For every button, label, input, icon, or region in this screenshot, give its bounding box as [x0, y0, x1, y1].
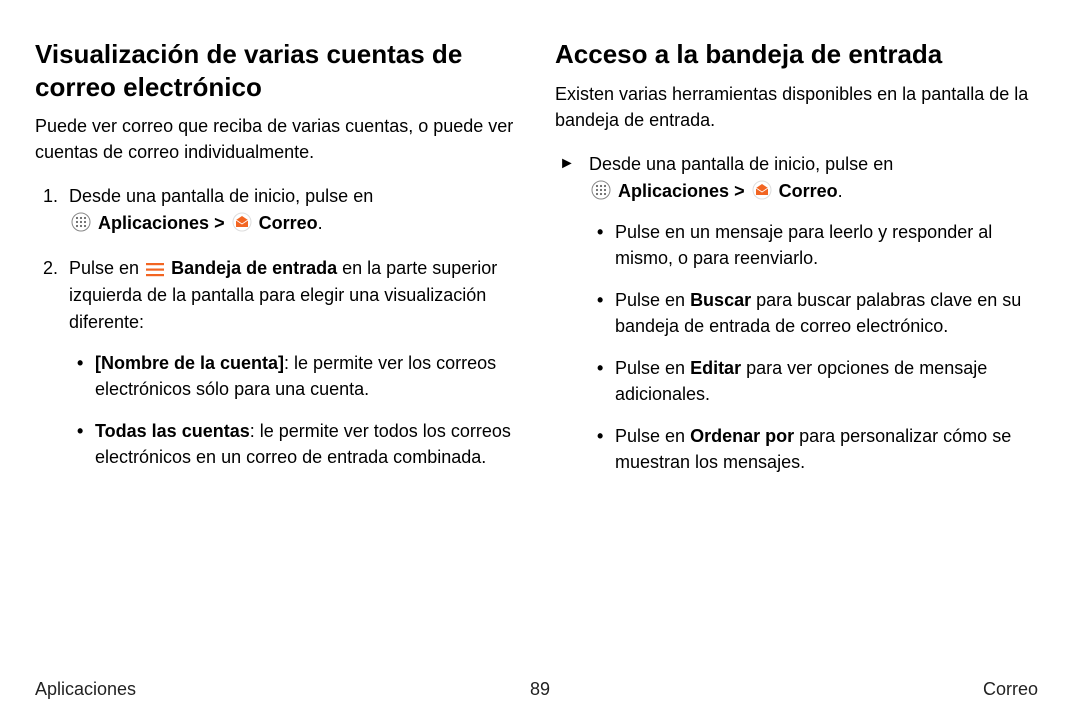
bullet-bold: Todas las cuentas [95, 421, 250, 441]
footer-page-number: 89 [530, 679, 550, 700]
bullet-bold: [Nombre de la cuenta] [95, 353, 284, 373]
bullet-nombre-cuenta: [Nombre de la cuenta]: le permite ver lo… [69, 350, 520, 402]
b4-bold: Ordenar por [690, 426, 794, 446]
correo-label: Correo [779, 181, 838, 201]
intro-right: Existen varias herramientas disponibles … [555, 81, 1040, 133]
correo-label: Correo [259, 213, 318, 233]
bullet-text: Pulse en un mensaje para leerlo y respon… [615, 222, 992, 268]
mail-envelope-icon [752, 180, 772, 200]
apps-label: Aplicaciones [618, 181, 729, 201]
step-number: 1. [43, 183, 58, 210]
step1-text: Desde una pantalla de inicio, pulse en [69, 186, 373, 206]
bullet-buscar: Pulse en Buscar para buscar palabras cla… [589, 287, 1040, 339]
b4-pre: Pulse en [615, 426, 690, 446]
mail-envelope-icon [232, 212, 252, 232]
period: . [318, 213, 323, 233]
b2-pre: Pulse en [615, 290, 690, 310]
bullet-editar: Pulse en Editar para ver opciones de men… [589, 355, 1040, 407]
step-2: 2. Pulse en Bandeja de entrada en la par… [35, 255, 520, 470]
intro-left: Puede ver correo que reciba de varias cu… [35, 113, 520, 165]
apps-grid-icon [71, 212, 91, 232]
period: . [838, 181, 843, 201]
b3-bold: Editar [690, 358, 741, 378]
heading-right: Acceso a la bandeja de entrada [555, 38, 1040, 71]
heading-left: Visualización de varias cuentas de corre… [35, 38, 520, 103]
footer-right: Correo [983, 679, 1038, 700]
footer-left: Aplicaciones [35, 679, 136, 700]
b3-pre: Pulse en [615, 358, 690, 378]
footer: Aplicaciones 89 Correo [0, 679, 1080, 700]
sublist-left: [Nombre de la cuenta]: le permite ver lo… [69, 350, 520, 470]
bandeja-label: Bandeja de entrada [171, 258, 337, 278]
left-column: Visualización de varias cuentas de corre… [35, 38, 520, 645]
apps-grid-icon [591, 180, 611, 200]
arrow-item: ► Desde una pantalla de inicio, pulse en… [555, 151, 1040, 476]
right-column: Acceso a la bandeja de entrada Existen v… [555, 38, 1040, 645]
bullet-read: Pulse en un mensaje para leerlo y respon… [589, 219, 1040, 271]
numbered-list-left: 1. Desde una pantalla de inicio, pulse e… [35, 183, 520, 470]
sublist-right: Pulse en un mensaje para leerlo y respon… [589, 219, 1040, 476]
bullet-ordenar: Pulse en Ordenar por para personalizar c… [589, 423, 1040, 475]
step2-pre: Pulse en [69, 258, 144, 278]
step-number: 2. [43, 255, 58, 282]
right-arrow-icon: ► [559, 152, 575, 176]
gt: > [729, 181, 750, 201]
menu-hamburger-icon [146, 263, 164, 277]
bullet-todas-cuentas: Todas las cuentas: le permite ver todos … [69, 418, 520, 470]
apps-label: Aplicaciones [98, 213, 209, 233]
b2-bold: Buscar [690, 290, 751, 310]
step-1: 1. Desde una pantalla de inicio, pulse e… [35, 183, 520, 237]
arrow-list: ► Desde una pantalla de inicio, pulse en… [555, 151, 1040, 476]
gt: > [209, 213, 230, 233]
lead-text: Desde una pantalla de inicio, pulse en [589, 154, 893, 174]
